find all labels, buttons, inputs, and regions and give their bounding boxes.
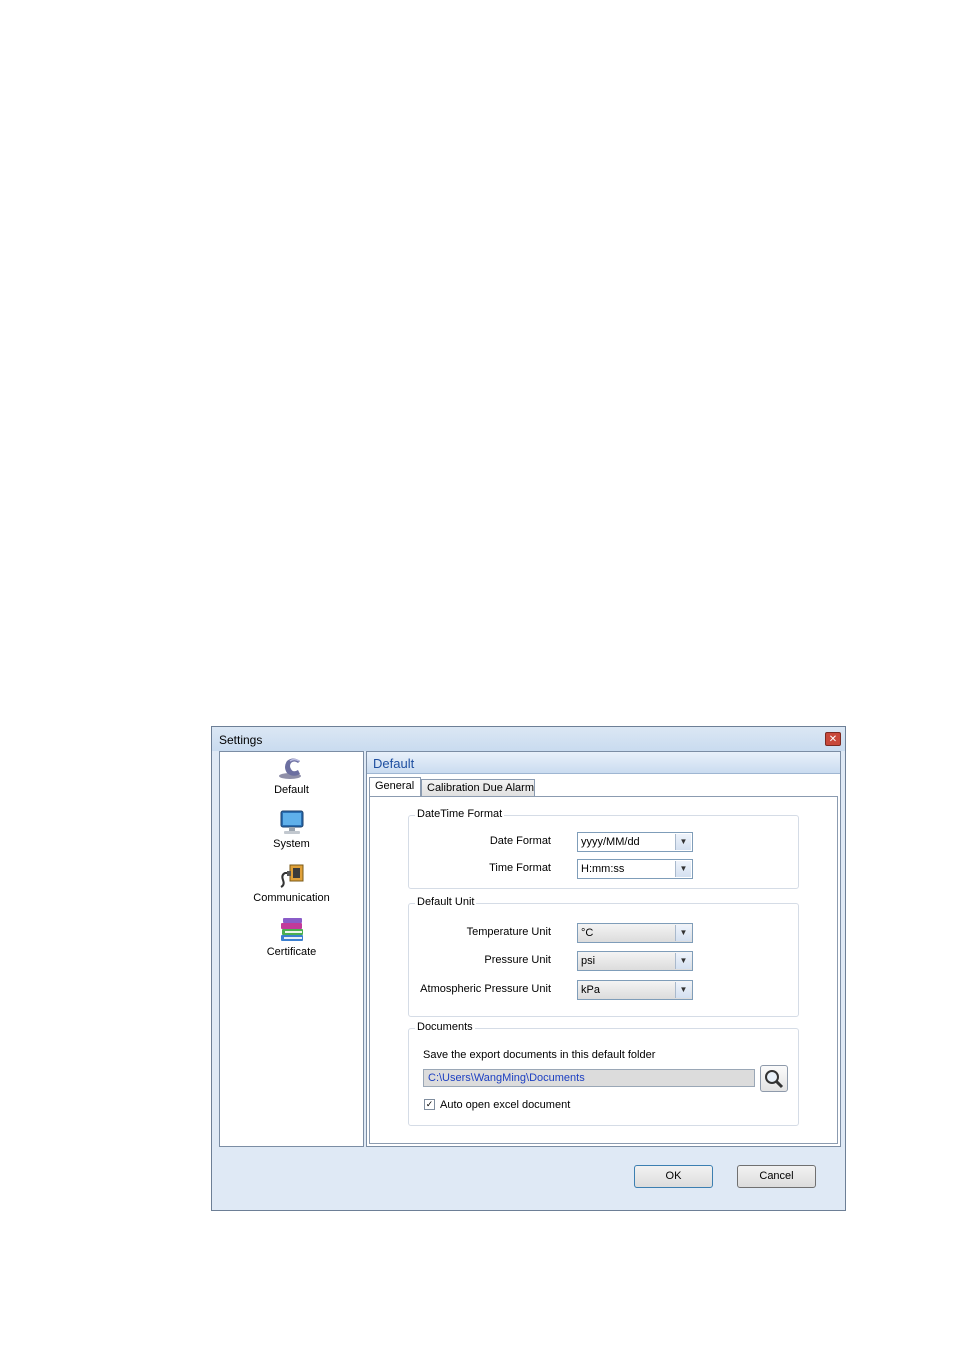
atmospheric-pressure-unit-value: kPa: [581, 984, 600, 996]
pressure-unit-label: Pressure Unit: [484, 954, 551, 966]
chevron-down-icon[interactable]: ▼: [675, 982, 691, 998]
time-format-select[interactable]: H:mm:ss ▼: [577, 859, 693, 879]
date-format-select[interactable]: yyyy/MM/dd ▼: [577, 832, 693, 852]
window-title: Settings: [219, 733, 263, 747]
close-button[interactable]: ✕: [825, 732, 841, 746]
section-title: Default: [373, 756, 415, 771]
temperature-unit-value: °C: [581, 927, 594, 939]
cancel-label: Cancel: [759, 1170, 794, 1182]
settings-nav: Default System Communication Certificate: [219, 751, 364, 1147]
connector-icon: [279, 864, 303, 888]
magnifier-icon: [765, 1070, 784, 1089]
nav-label-system: System: [273, 838, 310, 850]
documents-group-label: Documents: [415, 1021, 475, 1033]
datetime-group-label: DateTime Format: [415, 808, 505, 820]
pressure-unit-value: psi: [581, 955, 596, 967]
tab-panel-general: DateTime Format Date Format yyyy/MM/dd ▼…: [369, 796, 838, 1144]
tab-general[interactable]: General: [369, 777, 421, 797]
date-format-value: yyyy/MM/dd: [581, 836, 640, 848]
books-icon: [280, 918, 303, 941]
documents-folder-field[interactable]: C:\Users\WangMing\Documents: [423, 1069, 755, 1087]
auto-open-label: Auto open excel document: [440, 1099, 571, 1111]
atmospheric-pressure-unit-select[interactable]: kPa ▼: [577, 980, 693, 1000]
atmospheric-pressure-unit-label: Atmospheric Pressure Unit: [420, 983, 551, 995]
auto-open-checkbox[interactable]: ✓: [424, 1099, 435, 1110]
documents-folder-path: C:\Users\WangMing\Documents: [428, 1072, 585, 1084]
settings-content: Default General Calibration Due Alarm Da…: [366, 751, 841, 1147]
ok-label: OK: [665, 1170, 682, 1182]
cancel-button[interactable]: Cancel: [737, 1165, 816, 1188]
time-format-label: Time Format: [489, 862, 551, 874]
chevron-down-icon[interactable]: ▼: [675, 953, 691, 969]
nav-item-default[interactable]: Default: [220, 755, 363, 796]
tab-calibration-due-alarm[interactable]: Calibration Due Alarm: [421, 779, 535, 796]
chevron-down-icon[interactable]: ▼: [675, 925, 691, 941]
section-header: Default: [367, 752, 840, 774]
nav-item-system[interactable]: System: [220, 809, 363, 850]
default-c-icon: [278, 758, 301, 779]
settings-dialog: Settings ✕ Default System Communication …: [211, 726, 846, 1211]
chevron-down-icon[interactable]: ▼: [675, 861, 691, 877]
documents-group: Documents Save the export documents in t…: [408, 1021, 799, 1126]
browse-folder-button[interactable]: [760, 1065, 788, 1092]
default-unit-group-label: Default Unit: [415, 896, 477, 908]
documents-description: Save the export documents in this defaul…: [423, 1049, 656, 1061]
nav-label-default: Default: [274, 784, 309, 796]
monitor-icon: [280, 810, 303, 834]
time-format-value: H:mm:ss: [581, 863, 625, 875]
title-bar[interactable]: Settings ✕: [212, 727, 845, 751]
chevron-down-icon[interactable]: ▼: [675, 834, 691, 850]
nav-label-certificate: Certificate: [266, 946, 317, 958]
nav-item-certificate[interactable]: Certificate: [220, 917, 363, 958]
temperature-unit-select[interactable]: °C ▼: [577, 923, 693, 943]
temperature-unit-label: Temperature Unit: [466, 926, 551, 938]
nav-label-communication: Communication: [253, 892, 330, 904]
ok-button[interactable]: OK: [634, 1165, 713, 1188]
nav-item-communication[interactable]: Communication: [220, 863, 363, 904]
date-format-label: Date Format: [489, 835, 551, 847]
pressure-unit-select[interactable]: psi ▼: [577, 951, 693, 971]
default-unit-group: Default Unit Temperature Unit °C ▼ Press…: [408, 896, 799, 1017]
datetime-format-group: DateTime Format Date Format yyyy/MM/dd ▼…: [408, 808, 799, 889]
